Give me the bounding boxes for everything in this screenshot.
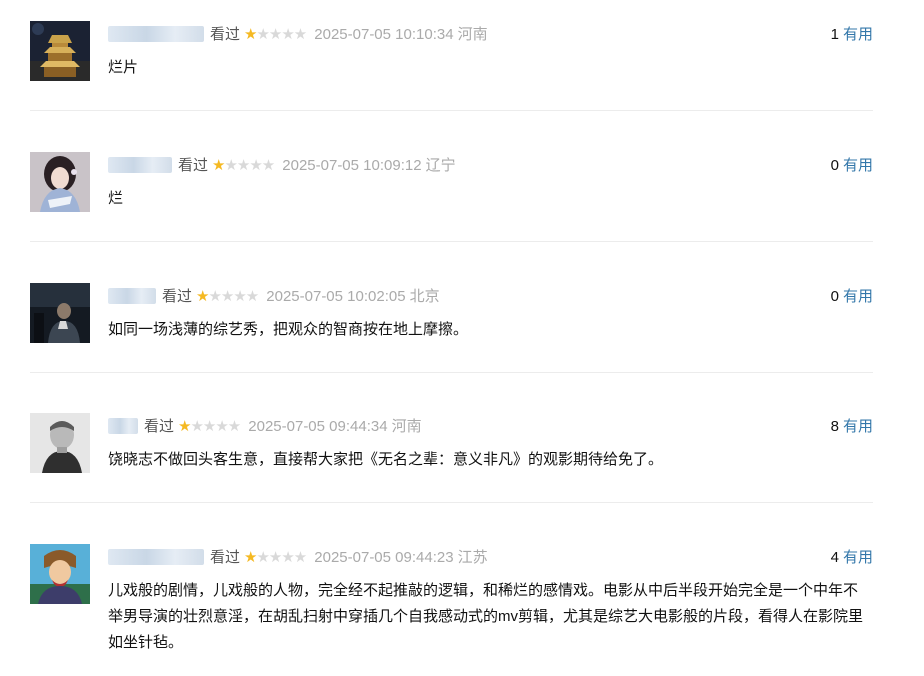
review-time: 2025-07-05 10:10:34 (314, 26, 454, 43)
star-rating: ★★★★★ (212, 152, 275, 180)
useful-votes: 0 有用 (831, 283, 873, 311)
useful-button[interactable]: 有用 (843, 157, 873, 174)
review-time: 2025-07-05 10:09:12 (282, 157, 422, 174)
avatar[interactable] (30, 283, 90, 343)
review-content: 饶晓志不做回头客生意，直接帮大家把《无名之辈：意义非凡》的观影期待给免了。 (108, 451, 664, 468)
star-filled-icon: ★ (196, 288, 209, 305)
star-empty-icon: ★★★★ (256, 26, 307, 43)
review-item: 看过 ★★★★★ 2025-07-05 09:44:23 江苏 4 有用 儿戏般的剧情，… (30, 544, 873, 654)
watch-status: 看过 (144, 418, 175, 435)
avatar[interactable] (30, 21, 90, 81)
review-content: 如同一场浅薄的综艺秀，把观众的智商按在地上摩擦。 (108, 321, 469, 338)
star-rating: ★★★★★ (244, 544, 307, 572)
review-content: 儿戏般的剧情，儿戏般的人物，完全经不起推敲的逻辑，和稀烂的感情戏。电影从中后半段… (108, 582, 864, 651)
review-time: 2025-07-05 10:02:05 (266, 288, 406, 305)
useful-count: 0 (830, 157, 839, 174)
user-name[interactable] (108, 287, 156, 304)
useful-count: 0 (830, 288, 839, 305)
star-filled-icon: ★ (178, 418, 191, 435)
review-item: 看过 ★★★★★ 2025-07-05 10:02:05 北京 0 有用 如同一场浅薄的… (30, 283, 873, 373)
useful-button[interactable]: 有用 (843, 549, 873, 566)
review-location: 江苏 (457, 549, 488, 566)
review-location: 河南 (457, 26, 488, 43)
star-rating: ★★★★★ (178, 413, 241, 441)
useful-votes: 0 有用 (831, 152, 873, 180)
review-list: 看过 ★★★★★ 2025-07-05 10:10:34 河南 1 有用 烂片 看过 ★★… (0, 0, 924, 676)
watch-status: 看过 (210, 26, 241, 43)
review-content: 烂 (108, 190, 124, 207)
star-empty-icon: ★★★★ (224, 157, 275, 174)
user-name[interactable] (108, 417, 138, 434)
review-location: 辽宁 (425, 157, 456, 174)
review-item: 看过 ★★★★★ 2025-07-05 09:44:34 河南 8 有用 饶晓志不做回头… (30, 413, 873, 503)
useful-votes: 8 有用 (831, 413, 873, 441)
star-filled-icon: ★ (244, 549, 257, 566)
star-empty-icon: ★★★★ (256, 549, 307, 566)
star-empty-icon: ★★★★ (190, 418, 241, 435)
star-empty-icon: ★★★★ (208, 288, 259, 305)
watch-status: 看过 (162, 288, 193, 305)
useful-count: 8 (830, 418, 839, 435)
review-item: 看过 ★★★★★ 2025-07-05 10:10:34 河南 1 有用 烂片 (30, 21, 873, 111)
avatar[interactable] (30, 413, 90, 473)
review-item: 看过 ★★★★★ 2025-07-05 10:09:12 辽宁 0 有用 烂 (30, 152, 873, 242)
avatar[interactable] (30, 152, 90, 212)
review-location: 河南 (391, 418, 422, 435)
useful-button[interactable]: 有用 (843, 288, 873, 305)
useful-votes: 4 有用 (831, 544, 873, 572)
useful-votes: 1 有用 (831, 21, 873, 49)
star-rating: ★★★★★ (244, 21, 307, 49)
review-content: 烂片 (108, 59, 139, 76)
user-name[interactable] (108, 25, 204, 42)
useful-button[interactable]: 有用 (843, 26, 873, 43)
star-rating: ★★★★★ (196, 283, 259, 311)
user-name[interactable] (108, 548, 204, 565)
review-time: 2025-07-05 09:44:23 (314, 549, 454, 566)
useful-button[interactable]: 有用 (843, 418, 873, 435)
user-name[interactable] (108, 156, 172, 173)
watch-status: 看过 (210, 549, 241, 566)
review-time: 2025-07-05 09:44:34 (248, 418, 388, 435)
avatar[interactable] (30, 544, 90, 604)
useful-count: 1 (830, 26, 839, 43)
watch-status: 看过 (178, 157, 209, 174)
star-filled-icon: ★ (244, 26, 257, 43)
useful-count: 4 (830, 549, 839, 566)
star-filled-icon: ★ (212, 157, 225, 174)
review-location: 北京 (409, 288, 440, 305)
